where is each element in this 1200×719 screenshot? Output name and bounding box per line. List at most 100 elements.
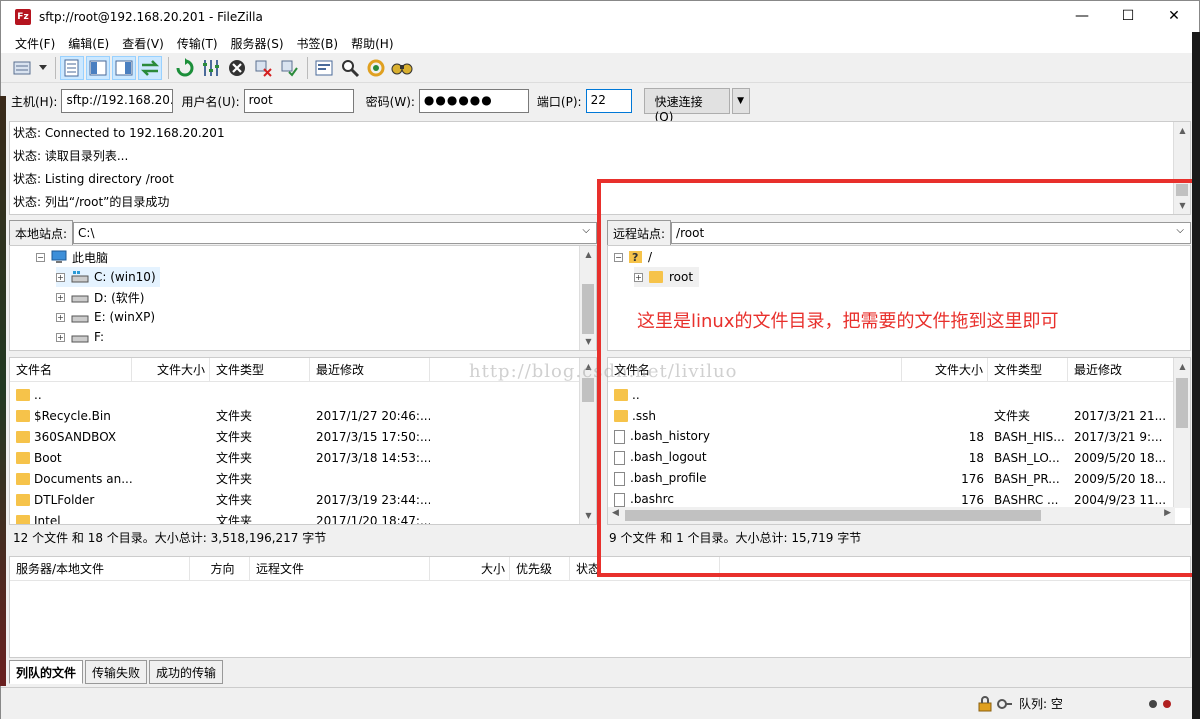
scroll-thumb[interactable] [1176, 378, 1188, 428]
log-scroll-thumb[interactable] [1176, 184, 1188, 196]
local-list-scrollbar[interactable]: ▲ ▼ [579, 358, 596, 524]
scroll-thumb[interactable] [582, 284, 594, 334]
toggle-queue-icon[interactable] [138, 55, 162, 80]
list-item[interactable]: .. [608, 384, 902, 405]
menu-help[interactable]: 帮助(H) [345, 35, 399, 52]
chevron-down-icon[interactable]: ⌵ [1176, 225, 1184, 236]
column-size[interactable]: 大小 [430, 556, 510, 581]
quickconnect-button[interactable]: 快速连接(Q) [643, 88, 730, 124]
file-name: .ssh [632, 408, 656, 423]
column-modified[interactable]: 最近修改 [310, 358, 430, 382]
expand-icon[interactable]: + [634, 272, 643, 282]
expand-icon[interactable]: + [56, 272, 65, 282]
column-filetype[interactable]: 文件类型 [210, 358, 310, 382]
tree-item-drive-c[interactable]: + C: (win10) [56, 267, 160, 287]
column-server-local-file[interactable]: 服务器/本地文件 [10, 556, 190, 581]
column-direction[interactable]: 方向 [190, 556, 250, 581]
site-manager-dropdown-icon[interactable] [37, 56, 49, 80]
menu-view[interactable]: 查看(V) [116, 35, 170, 52]
tab-successful-transfers[interactable]: 成功的传输 [149, 660, 224, 684]
port-input[interactable]: 22 [585, 89, 632, 113]
expand-icon[interactable]: + [56, 312, 65, 322]
host-input[interactable]: sftp://192.168.20. [61, 89, 174, 113]
maximize-button[interactable]: ☐ [1105, 1, 1151, 31]
column-filesize[interactable]: 文件大小 [132, 358, 210, 382]
tree-item-root[interactable]: + root [634, 267, 700, 287]
file-name: .. [34, 387, 42, 402]
list-item[interactable]: .bash_history 18 BASH_HIS... 2017/3/21 9:..… [608, 426, 1168, 447]
list-item[interactable]: .. [10, 384, 210, 405]
toggle-local-tree-icon[interactable] [86, 55, 110, 80]
tab-failed-transfers[interactable]: 传输失败 [85, 660, 148, 684]
scroll-down-icon[interactable]: ▼ [1174, 197, 1191, 214]
compare-directories-icon[interactable] [338, 56, 362, 80]
scroll-left-icon[interactable]: ◀ [612, 508, 619, 518]
list-item[interactable]: Intel 文件夹 2017/1/20 18:47:... [10, 510, 430, 524]
scroll-down-icon[interactable]: ▼ [580, 507, 596, 524]
directory-listing-filter-icon[interactable] [312, 56, 336, 80]
expand-icon[interactable]: + [56, 332, 65, 342]
process-queue-icon[interactable] [199, 56, 223, 80]
list-item[interactable]: Boot 文件夹 2017/3/18 14:53:... [10, 447, 430, 468]
tab-queued-files[interactable]: 列队的文件 [9, 660, 84, 684]
remote-list-scrollbar[interactable]: ▲ [1173, 358, 1190, 508]
synchronized-browsing-icon[interactable] [364, 56, 388, 80]
username-input[interactable]: root [243, 89, 354, 113]
scroll-up-icon[interactable]: ▲ [580, 246, 596, 263]
column-filesize[interactable]: 文件大小 [902, 358, 988, 382]
column-modified[interactable]: 最近修改 [1068, 358, 1175, 382]
tree-item-this-pc[interactable]: − 此电脑 [36, 247, 108, 267]
scroll-up-icon[interactable]: ▲ [1174, 358, 1190, 375]
remote-path-input[interactable]: /root ⌵ [671, 222, 1191, 244]
column-priority[interactable]: 优先级 [510, 556, 570, 581]
menu-edit[interactable]: 编辑(E) [62, 35, 115, 52]
password-input[interactable]: ●●●●●● [418, 89, 529, 113]
scroll-down-icon[interactable]: ▼ [580, 333, 596, 350]
hscroll-thumb[interactable] [625, 510, 1041, 521]
refresh-icon[interactable] [173, 56, 197, 80]
list-item[interactable]: Documents an... 文件夹 [10, 468, 310, 489]
close-button[interactable]: ✕ [1151, 1, 1197, 31]
collapse-icon[interactable]: − [614, 252, 623, 262]
list-item[interactable]: $Recycle.Bin 文件夹 2017/1/27 20:46:... [10, 405, 430, 426]
list-item[interactable]: 360SANDBOX 文件夹 2017/3/15 17:50:... [10, 426, 430, 447]
toggle-log-icon[interactable] [60, 55, 84, 80]
column-filetype[interactable]: 文件类型 [988, 358, 1068, 382]
menu-transfer[interactable]: 传输(T) [171, 35, 224, 52]
menu-bookmarks[interactable]: 书签(B) [291, 35, 345, 52]
tree-item-drive-f[interactable]: + F: [56, 327, 104, 347]
list-item[interactable]: .ssh 文件夹 2017/3/21 21... [608, 405, 1168, 426]
menu-file[interactable]: 文件(F) [9, 35, 61, 52]
site-manager-icon[interactable] [11, 56, 35, 80]
list-item[interactable]: .bash_logout 18 BASH_LO... 2009/5/20 18... [608, 447, 1168, 468]
menu-server[interactable]: 服务器(S) [225, 35, 290, 52]
list-item[interactable]: DTLFolder 文件夹 2017/3/19 23:44:... [10, 489, 430, 510]
tree-item-drive-d[interactable]: + D: (软件) [56, 287, 144, 307]
search-remote-files-icon[interactable] [390, 56, 414, 80]
file-type: BASH_HIS... [994, 429, 1065, 444]
file-name: $Recycle.Bin [34, 408, 111, 423]
column-status[interactable]: 状态 [570, 556, 720, 581]
local-tree-scrollbar[interactable]: ▲ ▼ [579, 246, 596, 350]
disconnect-icon[interactable] [251, 56, 275, 80]
column-filename[interactable]: 文件名 [10, 358, 132, 382]
list-item[interactable]: .bash_profile 176 BASH_PR... 2009/5/20 18..… [608, 468, 1168, 489]
cancel-operation-icon[interactable] [225, 56, 249, 80]
toggle-remote-tree-icon[interactable] [112, 55, 136, 80]
scroll-right-icon[interactable]: ▶ [1164, 508, 1171, 518]
chevron-down-icon[interactable]: ⌵ [582, 225, 590, 236]
log-scrollbar[interactable]: ▲ ▼ [1173, 122, 1190, 214]
tree-item-root-slash[interactable]: − ? / [614, 247, 652, 267]
remote-list-hscrollbar[interactable]: ◀ ▶ [608, 507, 1175, 524]
collapse-icon[interactable]: − [36, 252, 45, 262]
tree-item-drive-e[interactable]: + E: (winXP) [56, 307, 155, 327]
reconnect-icon[interactable] [277, 56, 301, 80]
quickconnect-dropdown-icon[interactable]: ▼ [731, 88, 750, 114]
expand-icon[interactable]: + [56, 292, 65, 302]
desktop-background [1192, 32, 1200, 719]
scroll-up-icon[interactable]: ▲ [1174, 122, 1191, 139]
log-line: 状态: 读取目录列表... [13, 149, 129, 163]
column-remote-file[interactable]: 远程文件 [250, 556, 430, 581]
local-path-input[interactable]: C:\ ⌵ [73, 222, 597, 244]
minimize-button[interactable]: — [1059, 1, 1105, 31]
